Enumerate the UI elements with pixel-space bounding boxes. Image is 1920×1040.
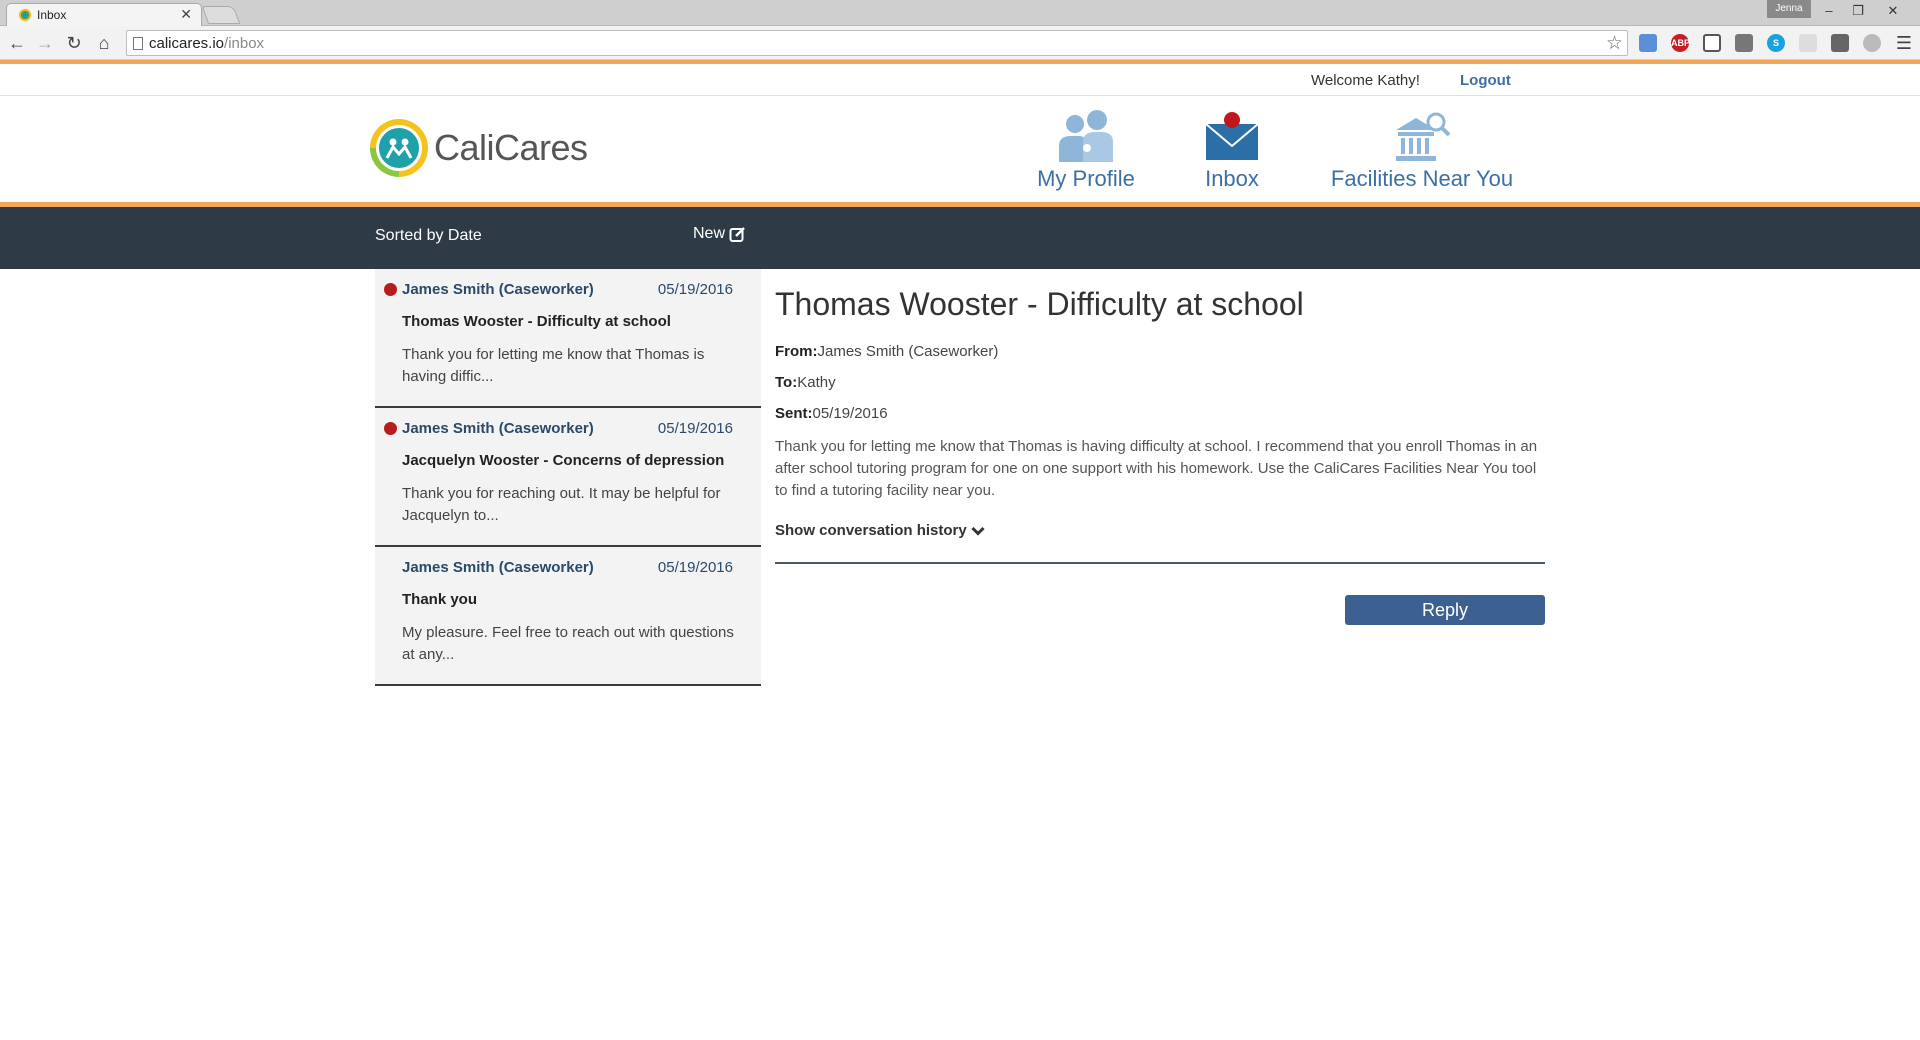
nav-label-inbox: Inbox xyxy=(1205,166,1259,191)
skype-icon[interactable]: S xyxy=(1767,34,1785,52)
logout-link[interactable]: Logout xyxy=(1460,72,1511,89)
unread-indicator xyxy=(384,422,397,435)
people-icon xyxy=(1059,110,1113,162)
building-search-icon xyxy=(1396,112,1451,161)
compose-icon xyxy=(729,226,745,242)
message-subject: Thank you xyxy=(402,591,478,608)
message-preview: Thank you for letting me know that Thoma… xyxy=(402,346,705,385)
message-sender: James Smith (Caseworker) xyxy=(402,281,594,298)
to-row: To:Kathy xyxy=(775,374,1545,391)
page-icon xyxy=(133,37,143,50)
nav-facilities-near-you[interactable]: Facilities Near You xyxy=(1322,110,1522,192)
unread-indicator xyxy=(384,283,397,296)
message-item[interactable]: James Smith (Caseworker) 05/19/2016 Than… xyxy=(375,547,761,686)
nav-inbox[interactable]: Inbox xyxy=(1197,110,1267,192)
message-item[interactable]: James Smith (Caseworker) 05/19/2016 Jacq… xyxy=(375,408,761,547)
cast-icon[interactable] xyxy=(1703,34,1721,52)
show-history-toggle[interactable]: Show conversation history xyxy=(775,522,985,539)
message-subject: Jacquelyn Wooster - Concerns of depressi… xyxy=(402,452,725,469)
new-message-label: New xyxy=(693,225,726,242)
to-value: Kathy xyxy=(797,374,836,391)
to-label: To: xyxy=(775,374,798,391)
address-bar[interactable]: calicares.io/inbox ☆ xyxy=(126,30,1628,56)
message-date: 05/19/2016 xyxy=(657,281,733,298)
sorted-by-label[interactable]: Sorted by Date xyxy=(375,227,482,245)
inbox-toolbar: Sorted by Date New xyxy=(0,207,1920,269)
pocket-icon[interactable] xyxy=(1831,34,1849,52)
nav-label-my-profile: My Profile xyxy=(1037,166,1135,191)
menu-icon[interactable]: ☰ xyxy=(1893,32,1915,54)
message-date: 05/19/2016 xyxy=(657,420,733,437)
reload-icon[interactable]: ↻ xyxy=(63,32,85,54)
minimize-window-button[interactable]: – xyxy=(1816,1,1842,21)
docs-extension-icon[interactable] xyxy=(1639,34,1657,52)
sent-value: 05/19/2016 xyxy=(812,405,888,422)
forward-arrow-icon[interactable]: → xyxy=(34,32,56,54)
camera-icon[interactable] xyxy=(1735,34,1753,52)
bookmark-star-icon[interactable]: ☆ xyxy=(1606,32,1623,55)
url-path: /inbox xyxy=(224,35,265,52)
close-window-button[interactable]: ✕ xyxy=(1880,1,1906,21)
from-value: James Smith (Caseworker) xyxy=(817,343,999,360)
envelope-icon xyxy=(1205,112,1259,160)
welcome-bar: Welcome Kathy! Logout xyxy=(0,64,1920,96)
logo-text: CaliCares xyxy=(434,127,588,168)
close-tab-icon[interactable]: ✕ xyxy=(180,6,192,23)
message-body: Thank you for letting me know that Thoma… xyxy=(775,438,1538,499)
logo-icon xyxy=(370,119,428,177)
message-detail: Thomas Wooster - Difficulty at school Fr… xyxy=(775,286,1545,540)
message-title: Thomas Wooster - Difficulty at school xyxy=(775,286,1304,322)
message-preview: Thank you for reaching out. It may be he… xyxy=(402,485,721,524)
message-list: James Smith (Caseworker) 05/19/2016 Thom… xyxy=(375,269,761,686)
message-sender: James Smith (Caseworker) xyxy=(402,420,594,437)
nav-label-facilities: Facilities Near You xyxy=(1330,166,1514,191)
browser-titlebar: Inbox ✕ Jenna – ❐ ✕ xyxy=(0,0,1920,26)
detail-divider xyxy=(775,562,1545,564)
home-icon[interactable]: ⌂ xyxy=(93,32,115,54)
from-label: From: xyxy=(775,343,818,360)
message-preview: My pleasure. Feel free to reach out with… xyxy=(402,624,734,663)
tab-title: Inbox xyxy=(37,8,67,22)
favicon-icon xyxy=(19,9,31,21)
sent-row: Sent:05/19/2016 xyxy=(775,405,1545,422)
message-date: 05/19/2016 xyxy=(657,559,733,576)
browser-toolbar: ← → ↻ ⌂ calicares.io/inbox ☆ ABP S ☰ xyxy=(0,26,1920,60)
sent-label: Sent: xyxy=(775,405,813,422)
message-sender: James Smith (Caseworker) xyxy=(402,559,594,576)
history-label: Show conversation history xyxy=(775,522,967,539)
logo-inner-icon xyxy=(376,125,422,171)
new-message-button[interactable]: New xyxy=(693,225,746,243)
from-row: From:James Smith (Caseworker) xyxy=(775,343,1545,360)
url-text: calicares.io/inbox xyxy=(149,35,264,52)
new-tab-button[interactable] xyxy=(201,6,241,24)
chevron-down-icon xyxy=(971,526,985,536)
browser-tab[interactable]: Inbox ✕ xyxy=(6,3,202,26)
welcome-text: Welcome Kathy! xyxy=(1311,72,1420,89)
message-item[interactable]: James Smith (Caseworker) 05/19/2016 Thom… xyxy=(375,269,761,408)
reply-button[interactable]: Reply xyxy=(1345,595,1545,625)
back-arrow-icon[interactable]: ← xyxy=(6,32,28,54)
message-subject: Thomas Wooster - Difficulty at school xyxy=(402,313,671,330)
extension-icon[interactable] xyxy=(1799,34,1817,52)
url-host: calicares.io xyxy=(149,35,225,52)
nav-my-profile[interactable]: My Profile xyxy=(1036,110,1136,192)
adblock-extension-icon[interactable]: ABP xyxy=(1671,34,1690,52)
browser-user-badge[interactable]: Jenna xyxy=(1767,0,1811,18)
profile-extension-icon[interactable] xyxy=(1863,34,1881,52)
restore-window-button[interactable]: ❐ xyxy=(1845,1,1871,21)
